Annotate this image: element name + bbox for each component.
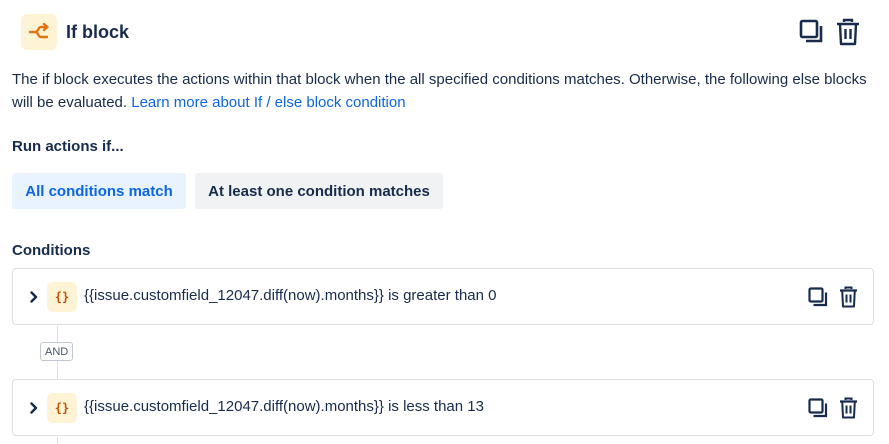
trash-icon <box>837 18 859 46</box>
condition-row[interactable]: {} {{issue.customfield_12047.diff(now).m… <box>12 268 874 325</box>
condition-actions <box>807 397 859 419</box>
delete-block-button[interactable] <box>835 18 861 46</box>
page-title: If block <box>66 21 130 42</box>
block-header: If block <box>21 14 871 50</box>
condition-connector-line <box>57 437 58 444</box>
expand-condition-button[interactable] <box>27 288 41 306</box>
delete-condition-button[interactable] <box>837 286 859 308</box>
smart-value-icon: {} <box>47 393 77 423</box>
learn-more-link[interactable]: Learn more about If / else block conditi… <box>131 94 405 111</box>
run-actions-label: Run actions if... <box>12 138 124 155</box>
smart-value-icon: {} <box>47 282 77 312</box>
delete-condition-button[interactable] <box>837 397 859 419</box>
trash-icon <box>839 397 857 419</box>
all-conditions-match-option[interactable]: All conditions match <box>12 173 186 209</box>
copy-icon <box>799 19 823 43</box>
conditions-label: Conditions <box>12 242 91 259</box>
chevron-right-icon <box>30 291 38 303</box>
trash-icon <box>839 286 857 308</box>
expand-condition-button[interactable] <box>27 399 41 417</box>
duplicate-block-button[interactable] <box>799 18 825 46</box>
and-connector-badge: AND <box>40 342 74 361</box>
duplicate-condition-button[interactable] <box>807 286 829 308</box>
copy-icon <box>807 286 827 306</box>
at-least-one-condition-option[interactable]: At least one condition matches <box>195 173 443 209</box>
condition-row[interactable]: {} {{issue.customfield_12047.diff(now).m… <box>12 379 874 436</box>
condition-text: {{issue.customfield_12047.diff(now).mont… <box>84 287 497 304</box>
block-description: The if block executes the actions within… <box>12 68 878 114</box>
header-actions <box>799 18 861 46</box>
if-block-panel: If block The if block executes the actio… <box>0 0 889 444</box>
branch-icon <box>21 14 57 50</box>
copy-icon <box>807 397 827 417</box>
duplicate-condition-button[interactable] <box>807 397 829 419</box>
chevron-right-icon <box>30 402 38 414</box>
condition-actions <box>807 286 859 308</box>
condition-text: {{issue.customfield_12047.diff(now).mont… <box>84 398 484 415</box>
